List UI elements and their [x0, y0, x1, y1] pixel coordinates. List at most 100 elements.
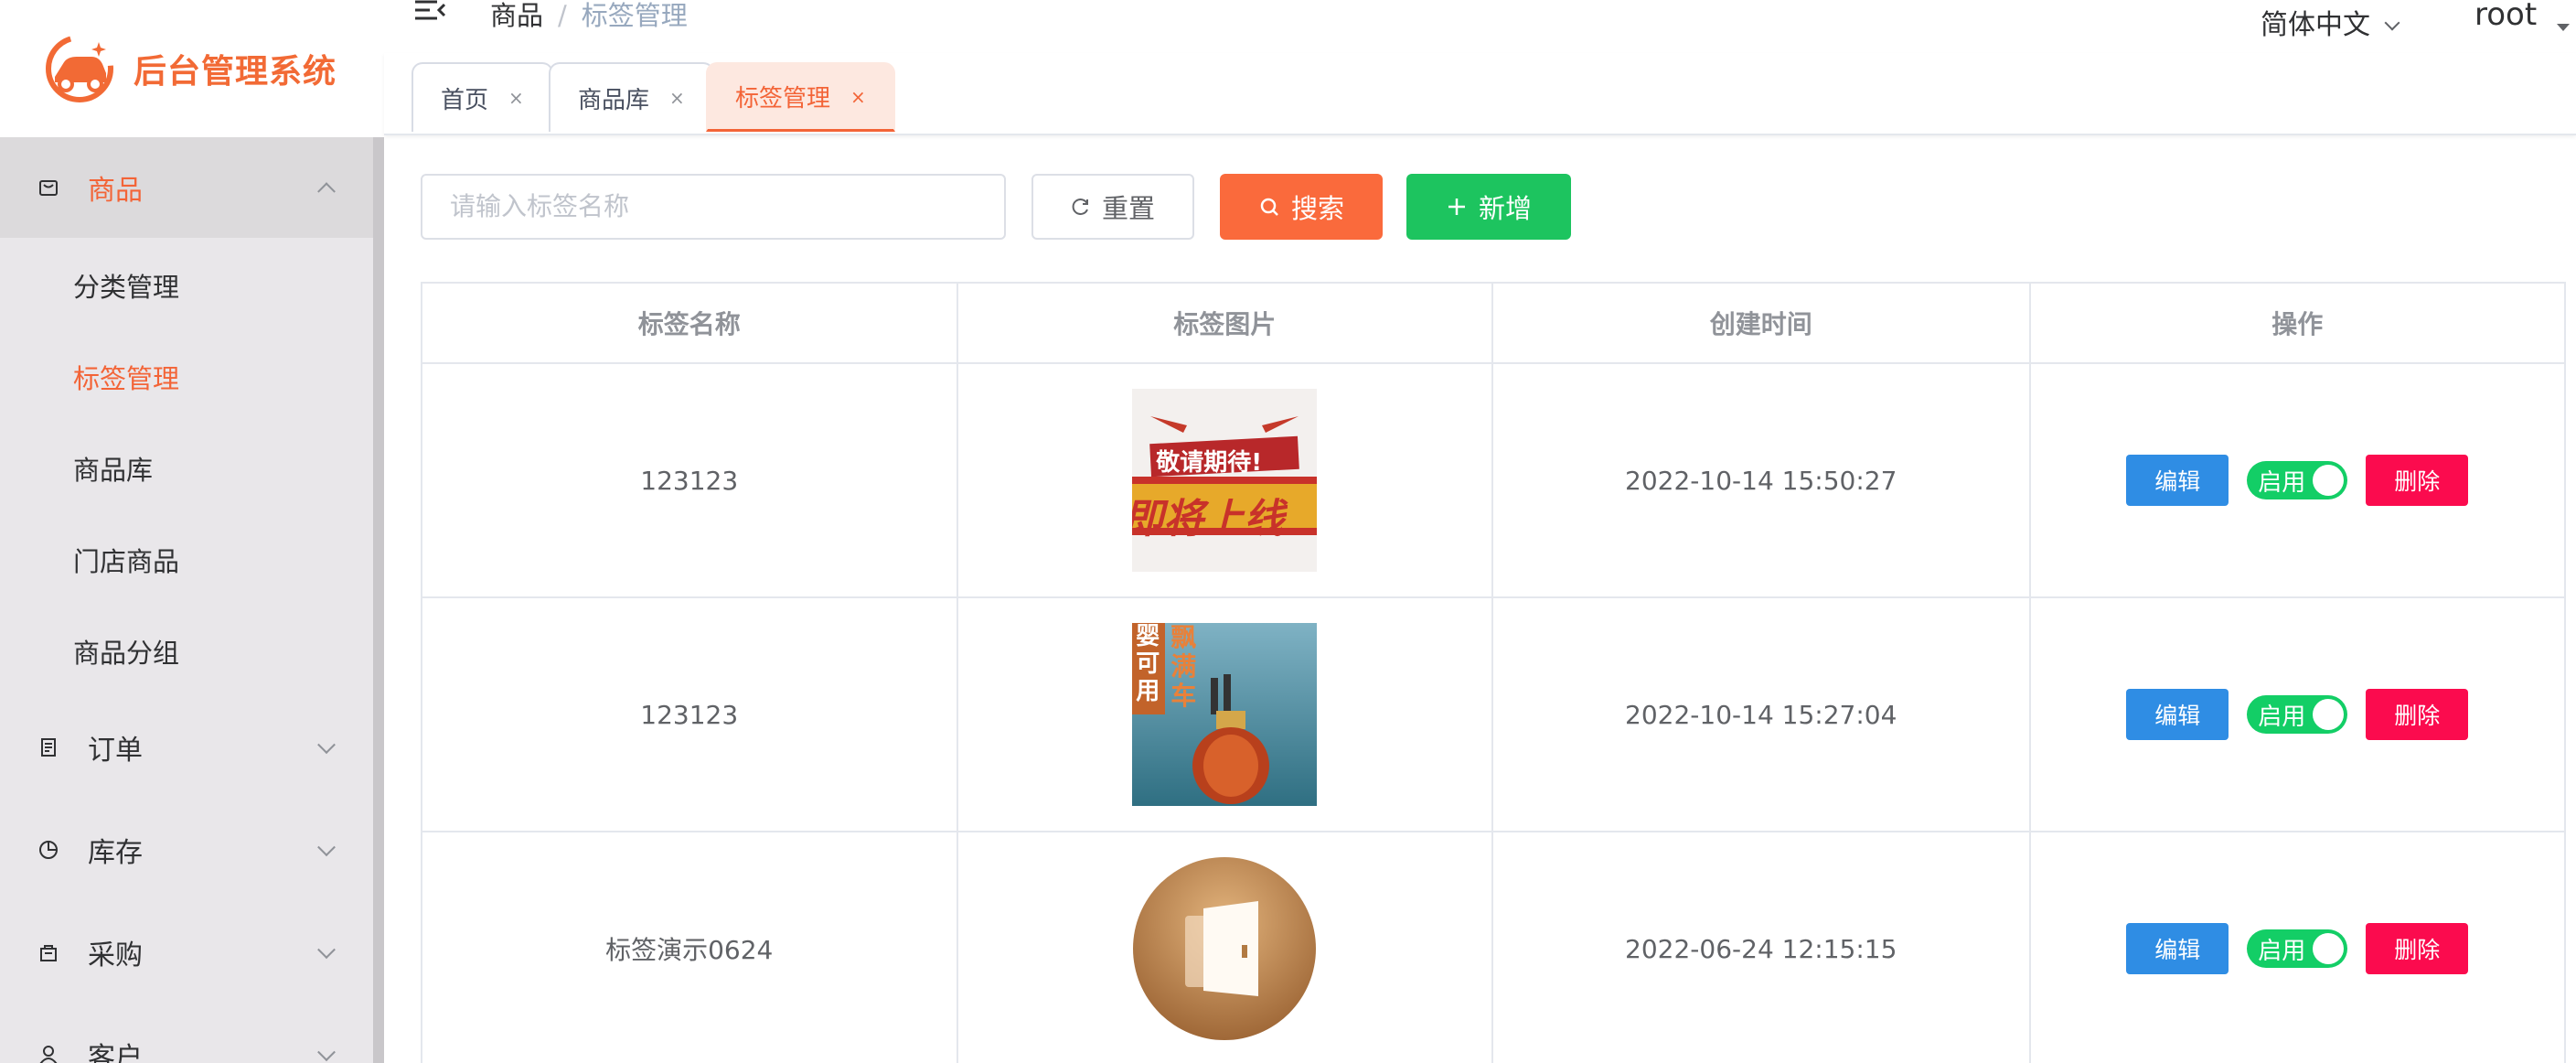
search-button[interactable]: 搜索: [1220, 174, 1383, 240]
tab-home[interactable]: 首页 ×: [412, 62, 553, 132]
reset-label: 重置: [1101, 193, 1155, 224]
edit-button[interactable]: 编辑: [2126, 689, 2229, 740]
menu-group-label: 订单: [88, 735, 143, 767]
image-text-right: 飘满车: [1170, 623, 1197, 711]
menu-group-purchase[interactable]: 采购: [0, 902, 373, 1003]
chevron-down-icon: [317, 736, 336, 755]
close-icon[interactable]: ×: [669, 87, 685, 109]
document-icon: [37, 736, 60, 759]
sidebar-item-category[interactable]: 分类管理: [0, 240, 373, 331]
tag-image-cell: [958, 832, 1493, 1063]
breadcrumb-separator: /: [558, 0, 567, 31]
banner-text-top: 敬请期待!: [1156, 449, 1263, 477]
breadcrumb-item[interactable]: 商品: [490, 0, 543, 31]
logo-area: 后台管理系统: [0, 0, 384, 137]
tag-image-cell: 婴可用 飘满车: [957, 598, 1493, 832]
menu-group-goods[interactable]: 商品: [0, 137, 373, 238]
sidebar-item-label: 标签管理: [73, 363, 180, 394]
status-toggle[interactable]: 启用: [2247, 929, 2348, 968]
column-header: 标签图片: [957, 284, 1493, 364]
coming-soon-banner-image: 敬请期待! 即将上线: [1132, 389, 1318, 572]
sidebar-scrollbar[interactable]: [373, 137, 384, 1063]
reset-button[interactable]: 重置: [1031, 174, 1194, 240]
created-time-cell: 2022-10-14 15:50:27: [1493, 364, 2031, 598]
chevron-down-icon: [317, 940, 336, 960]
tab-label: 商品库: [578, 86, 650, 114]
delete-button[interactable]: 删除: [2366, 923, 2469, 974]
column-header: 操作: [2030, 284, 2566, 364]
toggle-knob: [2313, 933, 2345, 964]
actions-cell: 编辑 启用 删除: [2030, 598, 2566, 832]
close-icon[interactable]: ×: [850, 86, 866, 108]
search-label: 搜索: [1290, 193, 1344, 224]
status-toggle[interactable]: 启用: [2247, 461, 2348, 499]
breadcrumb-current: 标签管理: [581, 0, 688, 31]
actions-cell: 编辑 启用 删除: [2030, 364, 2566, 598]
image-text-left: 婴可用: [1136, 623, 1160, 705]
sidebar-item-store-goods[interactable]: 门店商品: [0, 514, 373, 606]
language-label: 简体中文: [2261, 9, 2370, 41]
tab-goods-library[interactable]: 商品库 ×: [549, 62, 714, 132]
column-header: 创建时间: [1493, 284, 2031, 364]
close-icon[interactable]: ×: [508, 87, 524, 109]
toggle-knob: [2313, 699, 2345, 730]
edit-button[interactable]: 编辑: [2126, 923, 2229, 974]
chevron-up-icon: [317, 182, 336, 201]
menu-group-inventory[interactable]: 库存: [0, 800, 373, 900]
user-menu[interactable]: root: [2474, 0, 2537, 33]
tag-table: 标签名称 标签图片 创建时间 操作 123123 敬请期待! 即将上线 2022…: [421, 282, 2566, 1063]
menu-group-label: 客户: [88, 1042, 143, 1063]
tags-view-bar: 首页 × 商品库 × 标签管理 ×: [384, 53, 2576, 135]
car-perfume-image: 婴可用 飘满车: [1132, 623, 1318, 806]
add-label: 新增: [1478, 193, 1532, 224]
tag-name-cell: 标签演示0624: [422, 832, 958, 1063]
sidebar-item-label: 分类管理: [73, 272, 180, 303]
sidebar-item-goods-library[interactable]: 商品库: [0, 423, 373, 514]
car-logo-icon: [40, 29, 119, 108]
menu-group-customers[interactable]: 客户: [0, 1004, 373, 1063]
status-toggle[interactable]: 启用: [2247, 695, 2348, 734]
caret-down-icon[interactable]: [2557, 24, 2570, 31]
pie-chart-icon: [37, 838, 60, 862]
banner-text-main: 即将上线: [1132, 496, 1285, 542]
menu-group-orders[interactable]: 订单: [0, 697, 373, 798]
menu-group-label: 采购: [88, 940, 143, 972]
delete-button[interactable]: 删除: [2366, 689, 2469, 740]
table-row: 标签演示0624 2022-06-24 12:15:15 编辑 启用 删除: [422, 832, 2566, 1063]
tag-name-cell: 123123: [422, 598, 958, 832]
tab-tag-management[interactable]: 标签管理 ×: [706, 62, 895, 132]
door-icon: [1132, 857, 1317, 1040]
toggle-label: 启用: [2258, 937, 2306, 965]
tag-name-input[interactable]: [421, 174, 1006, 240]
top-navbar: 商品 / 标签管理 简体中文 root: [384, 0, 2576, 53]
delete-button[interactable]: 删除: [2366, 455, 2469, 506]
created-time-cell: 2022-06-24 12:15:15: [1493, 832, 2031, 1063]
chevron-down-icon: [2384, 15, 2400, 31]
menu-group-label: 库存: [88, 837, 143, 869]
toggle-label: 启用: [2258, 468, 2306, 497]
breadcrumb: 商品 / 标签管理: [490, 0, 688, 33]
toggle-label: 启用: [2258, 703, 2306, 731]
refresh-icon: [1071, 197, 1091, 217]
toggle-knob: [2313, 465, 2345, 496]
add-button[interactable]: 新增: [1406, 174, 1571, 240]
table-row: 123123 敬请期待! 即将上线 2022-10-14 15:50:27 编辑…: [422, 364, 2566, 598]
tab-label: 标签管理: [735, 85, 831, 113]
chevron-down-icon: [317, 1043, 336, 1062]
sidebar-item-goods-group[interactable]: 商品分组: [0, 606, 373, 697]
search-icon: [1258, 196, 1280, 218]
user-icon: [37, 1043, 60, 1063]
menu-group-label: 商品: [88, 175, 143, 207]
shopping-bag-icon: [37, 940, 60, 964]
edit-button[interactable]: 编辑: [2126, 455, 2229, 506]
sidebar-item-label: 商品库: [73, 455, 154, 486]
sidebar-item-tags[interactable]: 标签管理: [0, 331, 373, 423]
menu-fold-icon[interactable]: [415, 0, 446, 22]
table-row: 123123 婴可用 飘满车 2022-10-14 15:27:04 编辑 启用…: [422, 598, 2566, 832]
tag-name-cell: 123123: [422, 364, 958, 598]
table-header-row: 标签名称 标签图片 创建时间 操作: [422, 284, 2566, 364]
tag-image-cell: 敬请期待! 即将上线: [957, 364, 1493, 598]
language-select[interactable]: 简体中文: [2261, 2, 2400, 42]
sidebar: 后台管理系统 商品 分类管理 标签管理 商品库 门店商品 商品分组 订单 库存 …: [0, 0, 384, 1063]
bag-icon: [37, 176, 60, 199]
